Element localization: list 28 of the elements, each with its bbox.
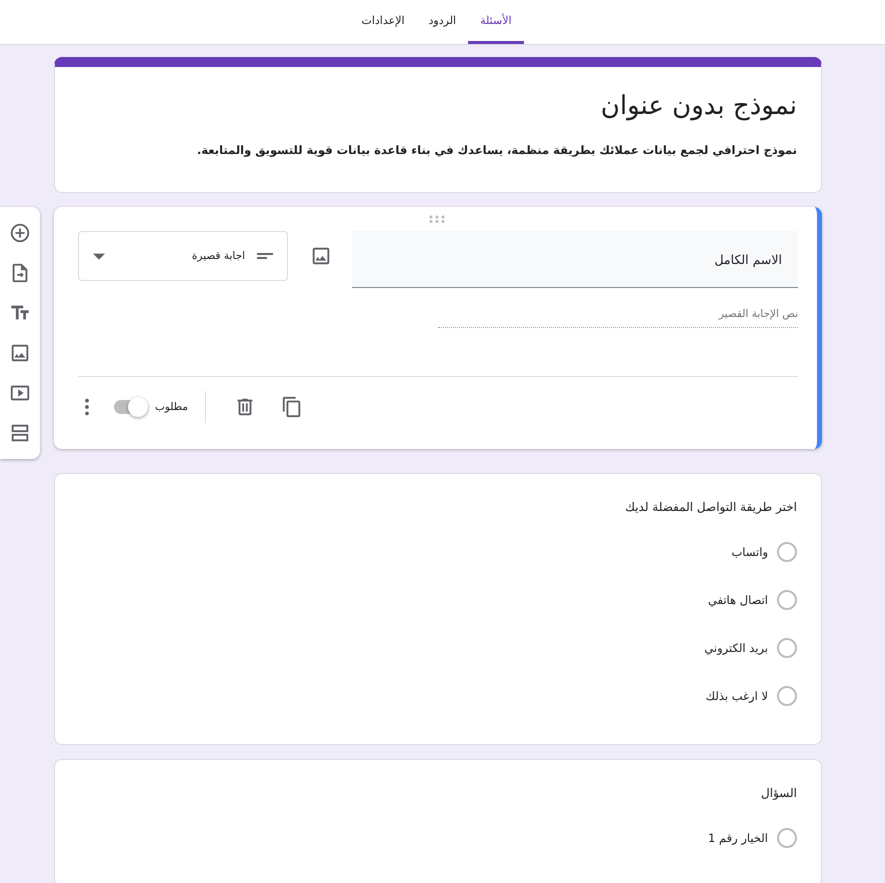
radio-button[interactable] bbox=[777, 686, 797, 706]
section-icon[interactable] bbox=[9, 422, 31, 444]
option-label: بريد الكتروني bbox=[704, 641, 768, 655]
image-icon[interactable] bbox=[9, 342, 31, 364]
option-label: الخيار رقم 1 bbox=[708, 831, 768, 845]
question-title: السؤال bbox=[760, 786, 797, 800]
option-label: واتساب bbox=[731, 545, 768, 559]
option-label: اتصال هاتفي bbox=[708, 593, 768, 607]
question-title-field[interactable]: الاسم الكامل bbox=[352, 231, 798, 288]
drag-handle-icon[interactable] bbox=[428, 215, 444, 223]
question-type-dropdown[interactable]: اجابة قصيرة bbox=[78, 231, 288, 281]
radio-button[interactable] bbox=[777, 638, 797, 658]
radio-button[interactable] bbox=[777, 542, 797, 562]
form-title[interactable]: نموذج بدون عنوان bbox=[79, 89, 797, 123]
answer-field[interactable]: نص الإجابة القصير bbox=[438, 308, 798, 328]
tab[interactable]: الردود bbox=[416, 0, 468, 44]
form-description[interactable]: نموذج احترافي لجمع بيانات عملائك بطريقة منظمة، يساعدك في بناء قاعدة بيانات قوية للتسويق والمتابعة. bbox=[79, 143, 797, 157]
required-label: مطلوب bbox=[155, 401, 188, 413]
image-icon[interactable] bbox=[310, 245, 332, 267]
copy-icon[interactable] bbox=[281, 396, 304, 418]
required-toggle[interactable] bbox=[112, 397, 148, 417]
tab[interactable]: الإعدادات bbox=[349, 0, 417, 44]
short-text-icon bbox=[257, 253, 273, 259]
question-title: اختر طريقة التواصل المفضلة لديك bbox=[624, 500, 797, 514]
option-label: لا ارغب بذلك bbox=[706, 689, 768, 703]
radio-button[interactable] bbox=[777, 590, 797, 610]
tab[interactable]: الأسئلة bbox=[468, 0, 524, 44]
radio-button[interactable] bbox=[777, 828, 797, 848]
